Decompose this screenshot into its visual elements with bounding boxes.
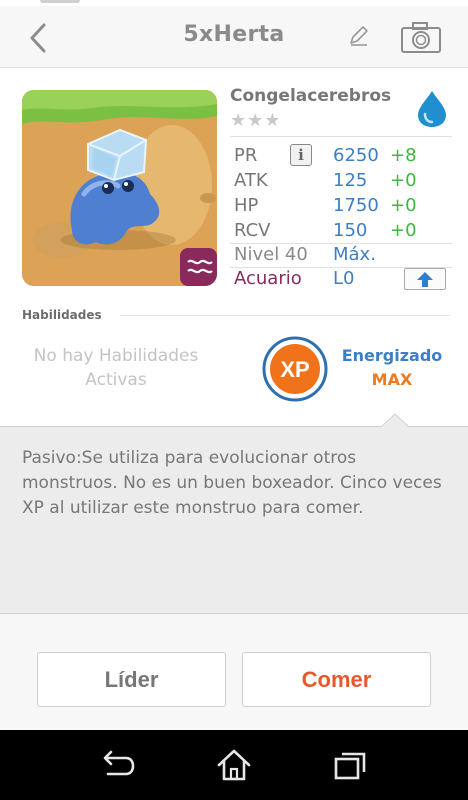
system-nav-bar bbox=[0, 730, 468, 800]
stat-label-atk: ATK bbox=[234, 170, 268, 191]
stat-label-rcv: RCV bbox=[234, 220, 271, 241]
xp-badge: XP bbox=[262, 336, 328, 402]
stat-label-pr: PR bbox=[234, 145, 258, 166]
info-icon[interactable]: i bbox=[290, 144, 312, 166]
level-label: Nivel 40 bbox=[234, 244, 308, 265]
pencil-icon bbox=[350, 26, 368, 46]
home-icon bbox=[217, 749, 251, 781]
rename-button[interactable] bbox=[344, 22, 372, 50]
level-value: Máx. bbox=[333, 244, 376, 265]
stat-value-rcv: 150 bbox=[333, 220, 368, 241]
type-level: L0 bbox=[333, 268, 355, 289]
stat-value-atk: 125 bbox=[333, 170, 368, 191]
stat-bonus-pr: +8 bbox=[390, 145, 417, 166]
page-title: 5xHerta bbox=[183, 22, 285, 47]
xp-badge-text: XP bbox=[280, 357, 309, 382]
eat-button[interactable]: Comer bbox=[242, 652, 431, 707]
water-drop-icon bbox=[416, 90, 448, 128]
stat-bonus-rcv: +0 bbox=[390, 220, 417, 241]
nav-back-button[interactable] bbox=[98, 746, 138, 784]
rarity-stars: ★★★ bbox=[230, 110, 282, 131]
stats-divider bbox=[230, 136, 452, 137]
passive-description: Pasivo:Se utiliza para evolucionar otros… bbox=[22, 448, 442, 518]
camera-button[interactable] bbox=[400, 20, 442, 54]
status-bar-fragment bbox=[40, 0, 80, 3]
monster-artwork bbox=[22, 90, 217, 286]
upgrade-button[interactable] bbox=[404, 268, 446, 290]
camera-icon bbox=[401, 22, 441, 53]
no-skills-text: No hay Habilidades Activas bbox=[33, 346, 199, 390]
monster-portrait[interactable] bbox=[22, 90, 217, 286]
stat-label-hp: HP bbox=[234, 195, 259, 216]
nav-home-button[interactable] bbox=[214, 746, 254, 784]
energized-value: MAX bbox=[371, 370, 413, 389]
arrow-up-icon bbox=[417, 272, 433, 287]
monster-name: Congelacerebros bbox=[230, 86, 392, 106]
skills-divider bbox=[120, 315, 450, 316]
nav-recents-button[interactable] bbox=[330, 746, 370, 784]
skills-heading: Habilidades bbox=[22, 308, 102, 322]
back-arrow-icon bbox=[103, 750, 135, 776]
stat-bonus-hp: +0 bbox=[390, 195, 417, 216]
top-bar: 5xHerta bbox=[0, 6, 468, 68]
stat-value-hp: 1750 bbox=[333, 195, 379, 216]
type-label: Acuario bbox=[234, 268, 302, 289]
panel-pointer bbox=[381, 413, 409, 427]
stat-bonus-atk: +0 bbox=[390, 170, 417, 191]
energized-label: Energizado bbox=[341, 346, 443, 365]
stat-value-pr: 6250 bbox=[333, 145, 379, 166]
leader-button[interactable]: Líder bbox=[37, 652, 226, 707]
recent-apps-icon bbox=[334, 752, 366, 780]
